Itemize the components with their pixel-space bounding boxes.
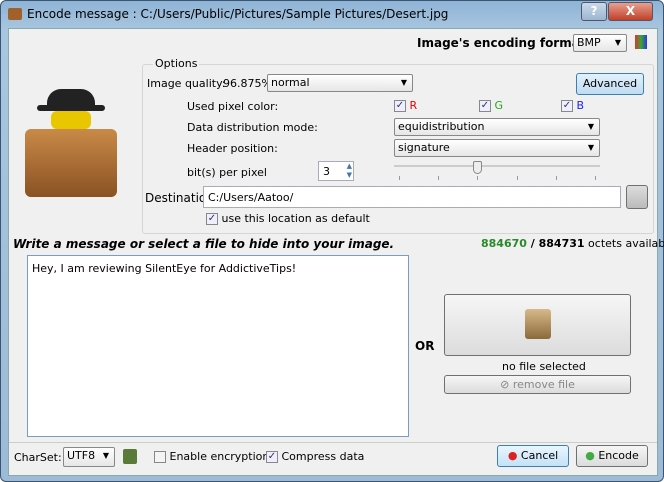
b-checkbox[interactable]: ✓ B bbox=[561, 99, 584, 112]
checkbox-checked[interactable]: ✓ bbox=[266, 451, 278, 463]
distribution-value: equidistribution bbox=[398, 120, 485, 133]
encode-label: Encode bbox=[598, 449, 639, 462]
format-select[interactable]: BMP ▼ bbox=[573, 34, 627, 52]
remove-file-button[interactable]: ⊘ remove file bbox=[444, 375, 631, 394]
close-button[interactable]: X bbox=[608, 2, 653, 21]
b-label: B bbox=[576, 99, 585, 112]
chevron-down-icon: ▼ bbox=[587, 143, 594, 152]
chevron-down-icon: ▼ bbox=[587, 122, 594, 131]
quality-select[interactable]: normal ▼ bbox=[267, 74, 413, 92]
divider bbox=[9, 442, 657, 443]
checkbox-checked[interactable]: ✓ bbox=[206, 213, 218, 225]
bpp-value: 3 bbox=[323, 165, 330, 178]
g-checkbox[interactable]: ✓ G bbox=[479, 99, 503, 112]
options-group: Options Image quality: 96.875% normal ▼ A… bbox=[142, 57, 654, 234]
charset-book-icon[interactable] bbox=[123, 449, 137, 464]
checkbox-unchecked[interactable] bbox=[154, 451, 166, 463]
charset-select[interactable]: UTF8 ▼ bbox=[63, 447, 115, 467]
slider-tick bbox=[516, 176, 518, 180]
cancel-button[interactable]: ● Cancel bbox=[497, 445, 569, 467]
header-position-value: signature bbox=[398, 141, 450, 154]
distribution-select[interactable]: equidistribution ▼ bbox=[394, 118, 600, 136]
g-label: G bbox=[494, 99, 504, 112]
r-label: R bbox=[409, 99, 418, 112]
advanced-button[interactable]: Advanced bbox=[576, 73, 644, 95]
browse-folder-icon[interactable] bbox=[626, 185, 648, 209]
pixel-color-label: Used pixel color: bbox=[187, 100, 279, 113]
chevron-down-icon: ▼ bbox=[400, 78, 407, 87]
distribution-label: Data distribution mode: bbox=[187, 121, 318, 134]
bpp-spinbox[interactable]: 3 ▲ ▼ bbox=[318, 161, 354, 181]
header-position-label: Header position: bbox=[187, 142, 278, 155]
header-position-select[interactable]: signature ▼ bbox=[394, 139, 600, 157]
use-default-label: use this location as default bbox=[221, 212, 370, 225]
bpp-slider[interactable] bbox=[394, 161, 600, 181]
message-prompt: Write a message or select a file to hide… bbox=[13, 237, 395, 251]
check-icon: ● bbox=[585, 449, 595, 462]
chevron-down-icon: ▼ bbox=[102, 451, 109, 460]
quality-label: Image quality: bbox=[147, 77, 226, 90]
app-icon bbox=[8, 8, 22, 20]
capacity-text: 884670 / 884731 octets available bbox=[481, 237, 664, 250]
separator: / bbox=[526, 237, 539, 250]
compress-checkbox[interactable]: ✓ Compress data bbox=[266, 450, 364, 463]
quality-value: 96.875% bbox=[223, 77, 272, 90]
used-octets: 884670 bbox=[481, 237, 527, 250]
charset-value: UTF8 bbox=[67, 449, 96, 462]
or-label: OR bbox=[415, 339, 435, 353]
slider-tick bbox=[399, 176, 400, 180]
cancel-label: Cancel bbox=[520, 449, 559, 462]
slider-tick bbox=[438, 176, 440, 180]
file-status: no file selected bbox=[502, 360, 586, 373]
dialog-window: Encode message : C:/Users/Public/Picture… bbox=[0, 0, 664, 482]
help-button[interactable]: ? bbox=[581, 2, 607, 21]
octets-suffix: octets available bbox=[588, 237, 664, 250]
format-label: Image's encoding format : bbox=[417, 36, 595, 50]
slider-tick bbox=[595, 176, 596, 180]
chevron-down-icon: ▼ bbox=[614, 38, 621, 47]
bpp-label: bit(s) per pixel bbox=[187, 166, 267, 179]
message-textarea[interactable]: Hey, I am reviewing SilentEye for Addict… bbox=[27, 255, 409, 437]
encode-button[interactable]: ● Encode bbox=[576, 445, 648, 467]
checkbox-checked[interactable]: ✓ bbox=[394, 100, 406, 112]
slider-tick bbox=[555, 176, 557, 180]
cancel-icon: ● bbox=[507, 449, 518, 462]
select-file-button[interactable] bbox=[444, 294, 631, 356]
spy-case-logo bbox=[21, 89, 117, 199]
client-area: Image's encoding format : BMP ▼ Options I… bbox=[8, 28, 664, 476]
slider-tick bbox=[477, 176, 479, 180]
slider-thumb[interactable] bbox=[473, 161, 483, 174]
spin-arrows-icon[interactable]: ▲ ▼ bbox=[347, 162, 352, 180]
quality-select-value: normal bbox=[271, 76, 310, 89]
total-octets: 884731 bbox=[538, 237, 585, 250]
destination-input[interactable]: C:/Users/Aatoo/ bbox=[203, 186, 621, 208]
window-title: Encode message : C:/Users/Public/Picture… bbox=[27, 7, 449, 21]
remove-file-label: remove file bbox=[512, 378, 575, 391]
file-case-icon bbox=[524, 309, 551, 339]
checkbox-checked[interactable]: ✓ bbox=[479, 100, 491, 112]
compress-label: Compress data bbox=[281, 450, 365, 463]
options-label: Options bbox=[153, 57, 200, 70]
color-palette-icon[interactable] bbox=[635, 35, 647, 49]
encryption-label: Enable encryption bbox=[169, 450, 270, 463]
use-default-checkbox[interactable]: ✓ use this location as default bbox=[206, 212, 370, 225]
format-value: BMP bbox=[577, 36, 601, 49]
r-checkbox[interactable]: ✓ R bbox=[394, 99, 417, 112]
encryption-checkbox[interactable]: Enable encryption bbox=[154, 450, 269, 463]
checkbox-checked[interactable]: ✓ bbox=[561, 100, 573, 112]
charset-label: CharSet: bbox=[14, 451, 62, 464]
